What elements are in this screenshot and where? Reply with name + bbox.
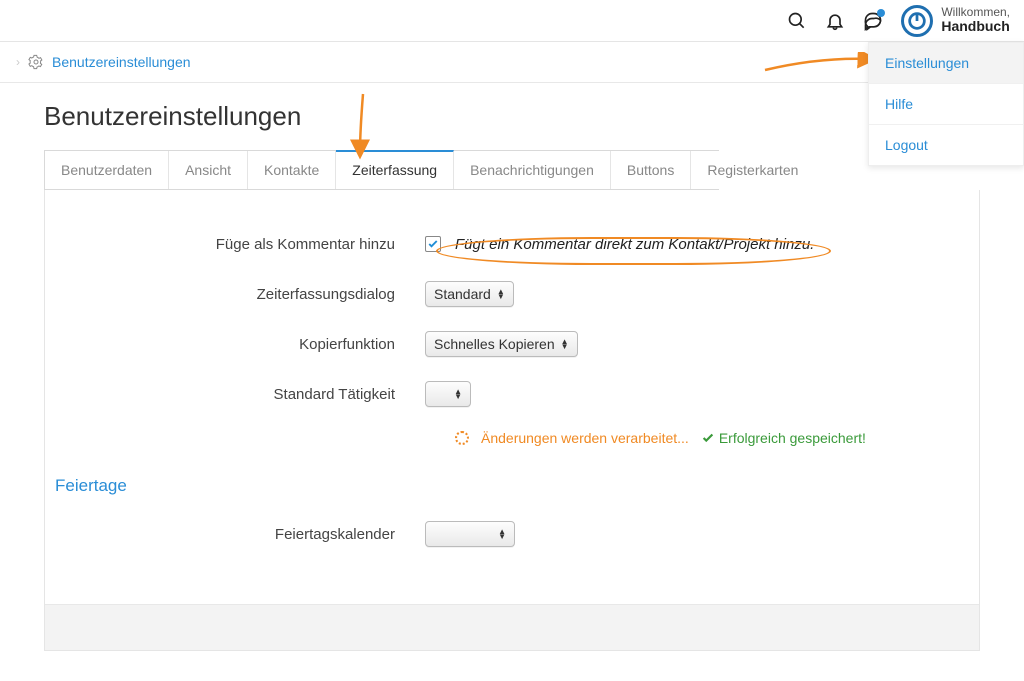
tab-bar: Benutzerdaten Ansicht Kontakte Zeiterfas… xyxy=(44,150,719,190)
search-icon[interactable] xyxy=(787,11,807,31)
tab-benutzerdaten[interactable]: Benutzerdaten xyxy=(45,151,169,189)
label-add-as-comment: Füge als Kommentar hinzu xyxy=(55,236,425,253)
tab-ansicht[interactable]: Ansicht xyxy=(169,151,248,189)
select-holiday-calendar[interactable]: ▲▼ xyxy=(425,521,515,547)
section-holidays: Feiertage xyxy=(55,470,969,520)
row-default-activity: Standard Tätigkeit ▲▼ xyxy=(55,380,969,408)
chat-icon[interactable] xyxy=(863,11,883,31)
top-header: Willkommen, Handbuch xyxy=(0,0,1024,42)
status-processing-text: Änderungen werden verarbeitet... xyxy=(481,430,689,446)
chevron-right-icon: › xyxy=(16,55,20,69)
status-row: Änderungen werden verarbeitet... Erfolgr… xyxy=(455,430,969,446)
check-icon xyxy=(701,431,715,445)
tab-benachrichtigungen[interactable]: Benachrichtigungen xyxy=(454,151,611,189)
main-area: Benutzereinstellungen Benutzerdaten Ansi… xyxy=(0,83,1024,681)
hint-add-as-comment: Fügt ein Kommentar direkt zum Kontakt/Pr… xyxy=(455,236,814,253)
status-success-text: Erfolgreich gespeichert! xyxy=(701,430,866,446)
updown-icon: ▲▼ xyxy=(561,339,569,349)
label-default-activity: Standard Tätigkeit xyxy=(55,386,425,403)
menu-item-help[interactable]: Hilfe xyxy=(869,84,1023,125)
label-holiday-calendar: Feiertagskalender xyxy=(55,526,425,543)
menu-item-logout[interactable]: Logout xyxy=(869,125,1023,165)
tab-registerkarten[interactable]: Registerkarten xyxy=(691,151,814,189)
settings-panel: Füge als Kommentar hinzu Fügt ein Kommen… xyxy=(44,190,980,651)
select-default-activity[interactable]: ▲▼ xyxy=(425,381,471,407)
row-add-as-comment: Füge als Kommentar hinzu Fügt ein Kommen… xyxy=(55,230,969,258)
updown-icon: ▲▼ xyxy=(498,529,506,539)
page-title: Benutzereinstellungen xyxy=(44,101,980,132)
select-copy-function[interactable]: Schnelles Kopieren ▲▼ xyxy=(425,331,578,357)
gear-icon xyxy=(28,54,44,70)
spinner-icon xyxy=(455,431,469,445)
row-holiday-calendar: Feiertagskalender ▲▼ xyxy=(55,520,969,548)
user-menu-trigger[interactable]: Willkommen, Handbuch xyxy=(901,5,1010,37)
breadcrumb-link-user-settings[interactable]: Benutzereinstellungen xyxy=(52,54,191,70)
user-dropdown: Einstellungen Hilfe Logout xyxy=(868,42,1024,166)
tab-buttons[interactable]: Buttons xyxy=(611,151,691,189)
updown-icon: ▲▼ xyxy=(454,389,462,399)
select-time-dialog[interactable]: Standard ▲▼ xyxy=(425,281,514,307)
power-icon xyxy=(901,5,933,37)
row-copy-function: Kopierfunktion Schnelles Kopieren ▲▼ xyxy=(55,330,969,358)
tab-kontakte[interactable]: Kontakte xyxy=(248,151,336,189)
menu-item-settings[interactable]: Einstellungen xyxy=(869,43,1023,84)
row-time-dialog: Zeiterfassungsdialog Standard ▲▼ xyxy=(55,280,969,308)
tab-zeiterfassung[interactable]: Zeiterfassung xyxy=(336,150,454,189)
checkbox-add-as-comment[interactable] xyxy=(425,236,441,252)
welcome-label: Willkommen, Handbuch xyxy=(941,6,1010,35)
bell-icon[interactable] xyxy=(825,11,845,31)
label-time-dialog: Zeiterfassungsdialog xyxy=(55,286,425,303)
panel-footer xyxy=(45,604,979,650)
updown-icon: ▲▼ xyxy=(497,289,505,299)
label-copy-function: Kopierfunktion xyxy=(55,336,425,353)
